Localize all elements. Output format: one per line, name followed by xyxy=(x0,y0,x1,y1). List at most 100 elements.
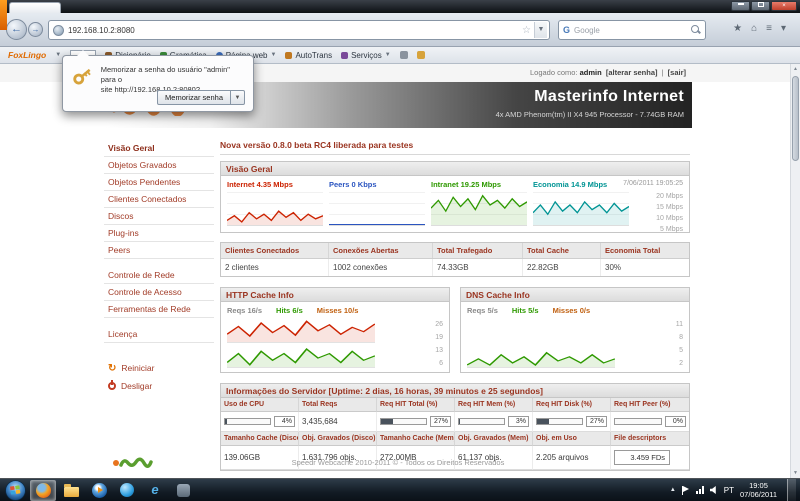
http-hits-sparkline xyxy=(227,343,375,368)
search-engine-icon: G xyxy=(563,25,571,35)
hit-peer-cell: 0% xyxy=(611,412,689,432)
action-center-flag-icon[interactable] xyxy=(681,485,690,495)
stats-table: Clientes Conectados Conexões Abertas Tot… xyxy=(220,242,690,277)
search-placeholder[interactable]: Google xyxy=(574,26,691,35)
foxlingo-brand[interactable]: FoxLingo xyxy=(8,50,46,60)
sidebar-item-peers[interactable]: Peers xyxy=(104,242,214,259)
main-content: Nova versão 0.8.0 beta RC4 liberada para… xyxy=(220,140,690,478)
hit-mem-cell: 3% xyxy=(455,412,533,432)
messenger-icon xyxy=(120,483,134,497)
http-axis: 26 19 13 6 xyxy=(435,321,443,367)
forward-button[interactable]: → xyxy=(28,22,43,37)
volume-icon[interactable] xyxy=(709,486,716,494)
server-info-title: Informações do Servidor [Uptime: 2 dias,… xyxy=(221,384,689,398)
http-hits-metric: Hits 6/s xyxy=(276,306,303,315)
scroll-up-icon[interactable]: ▲ xyxy=(791,64,800,74)
search-icon[interactable] xyxy=(691,25,701,35)
taskbar-app-button[interactable] xyxy=(170,480,196,501)
chevron-down-icon: ▼ xyxy=(384,52,391,58)
taskbar-ie-button[interactable]: e xyxy=(142,480,168,501)
foxlingo-services-button[interactable]: Serviços ▼ xyxy=(341,51,391,60)
server-header: Req HIT Total (%) xyxy=(377,398,455,412)
start-button[interactable] xyxy=(5,479,26,501)
taskbar-firefox-button[interactable] xyxy=(30,479,56,501)
forward-icon: → xyxy=(31,25,40,34)
language-indicator[interactable]: PT xyxy=(724,486,734,495)
taskbar-messenger-button[interactable] xyxy=(114,480,140,501)
sidebar-item-controle-de-rede[interactable]: Controle de Rede xyxy=(104,267,214,284)
sidebar-item-controle-de-acesso[interactable]: Controle de Acesso xyxy=(104,284,214,301)
downloads-icon[interactable]: ▾ xyxy=(781,22,786,36)
intranet-metric: Intranet 19.25 Mbps xyxy=(431,180,502,189)
taskbar-explorer-button[interactable] xyxy=(58,480,84,501)
sidebar-item-clientes-conectados[interactable]: Clientes Conectados xyxy=(104,191,214,208)
http-cache-title: HTTP Cache Info xyxy=(221,288,449,302)
stats-value: 22.82GB xyxy=(523,259,601,276)
clock[interactable]: 19:05 07/06/2011 xyxy=(740,481,777,499)
stats-value: 1002 conexões xyxy=(329,259,433,276)
intranet-sparkline xyxy=(431,192,527,226)
minimize-button[interactable] xyxy=(731,1,750,11)
dns-hits-metric: Hits 5/s xyxy=(511,306,539,315)
change-password-link[interactable]: [alterar senha] xyxy=(606,68,658,77)
login-user: admin xyxy=(579,68,602,77)
search-bar[interactable]: G Google xyxy=(558,20,706,40)
cpu-progress-bar xyxy=(224,418,271,425)
back-button[interactable]: ← xyxy=(6,19,27,40)
restart-button[interactable]: ↻ Reiniciar xyxy=(104,359,214,377)
foxlingo-autotrans-button[interactable]: AutoTrans xyxy=(285,51,332,60)
sidebar-item-ferramentas-de-rede[interactable]: Ferramentas de Rede xyxy=(104,301,214,318)
url-dropdown[interactable]: ▼ xyxy=(534,22,547,38)
page-viewport: Logado como: admin [alterar senha] | [sa… xyxy=(0,64,800,478)
sidebar-item-plugins[interactable]: Plug-ins xyxy=(104,225,214,242)
internet-explorer-icon: e xyxy=(151,482,159,497)
maximize-button[interactable] xyxy=(751,1,770,11)
taskbar-media-player-button[interactable] xyxy=(86,480,112,501)
page-title: Masterinfo Internet xyxy=(534,88,684,105)
menu-list-icon[interactable]: ≡ xyxy=(766,22,772,36)
peers-metric: Peers 0 Kbps xyxy=(329,180,377,189)
close-button[interactable]: × xyxy=(771,1,797,11)
sidebar-item-objetos-gravados[interactable]: Objetos Gravados xyxy=(104,157,214,174)
total-reqs-cell: 3,435,684 xyxy=(299,412,377,432)
remember-password-button[interactable]: Memorizar senha xyxy=(157,90,231,105)
firefox-menu-button[interactable] xyxy=(0,0,7,30)
peers-sparkline xyxy=(329,192,425,226)
browser-tab[interactable] xyxy=(9,2,61,13)
server-header: Uso de CPU xyxy=(221,398,299,412)
back-icon: ← xyxy=(11,23,22,35)
bookmarks-icon[interactable]: ★ xyxy=(733,22,742,36)
http-misses-metric: Misses 10/s xyxy=(316,306,359,315)
gear-icon[interactable] xyxy=(399,51,408,59)
show-desktop-button[interactable] xyxy=(787,478,796,501)
overview-panel: Visão Geral Internet 4.35 Mbps Peers 0 K… xyxy=(220,161,690,233)
key-icon[interactable] xyxy=(416,51,425,59)
cpu-usage-cell: 4% xyxy=(221,412,299,432)
url-text[interactable]: 192.168.10.2:8080 xyxy=(68,26,519,35)
power-icon xyxy=(108,380,116,390)
shutdown-button[interactable]: Desligar xyxy=(104,377,214,395)
sidebar-item-licenca[interactable]: Licença xyxy=(104,326,214,343)
hidden-icons-chevron-icon[interactable]: ▲ xyxy=(670,487,676,493)
url-bar[interactable]: 192.168.10.2:8080 ☆ ▼ xyxy=(48,20,550,40)
browser-navbar: ← → 192.168.10.2:8080 ☆ ▼ G Google ★ ⌂ ≡… xyxy=(0,13,800,47)
logout-link[interactable]: [sair] xyxy=(668,68,686,77)
system-tray: ▲ PT 19:05 07/06/2011 xyxy=(670,478,798,501)
scroll-down-icon[interactable]: ▼ xyxy=(791,468,800,478)
maximize-icon xyxy=(757,2,764,7)
bookmark-star-icon[interactable]: ☆ xyxy=(522,25,531,36)
dns-reqs-metric: Reqs 5/s xyxy=(467,306,498,315)
internet-metric: Internet 4.35 Mbps xyxy=(227,180,293,189)
overview-panel-title: Visão Geral xyxy=(221,162,689,176)
server-header: Req HIT Peer (%) xyxy=(611,398,689,412)
scrollbar[interactable]: ▲ ▼ xyxy=(790,64,800,478)
gold-key-icon xyxy=(73,68,91,85)
remember-password-dropdown[interactable]: ▼ xyxy=(231,90,245,105)
scrollbar-thumb[interactable] xyxy=(792,76,799,161)
sidebar-item-objetos-pendentes[interactable]: Objetos Pendentes xyxy=(104,174,214,191)
sidebar-item-discos[interactable]: Discos xyxy=(104,208,214,225)
home-icon[interactable]: ⌂ xyxy=(751,22,757,36)
network-icon[interactable] xyxy=(695,486,704,494)
internet-sparkline xyxy=(227,192,323,226)
sidebar-item-visao-geral[interactable]: Visão Geral xyxy=(104,140,214,157)
